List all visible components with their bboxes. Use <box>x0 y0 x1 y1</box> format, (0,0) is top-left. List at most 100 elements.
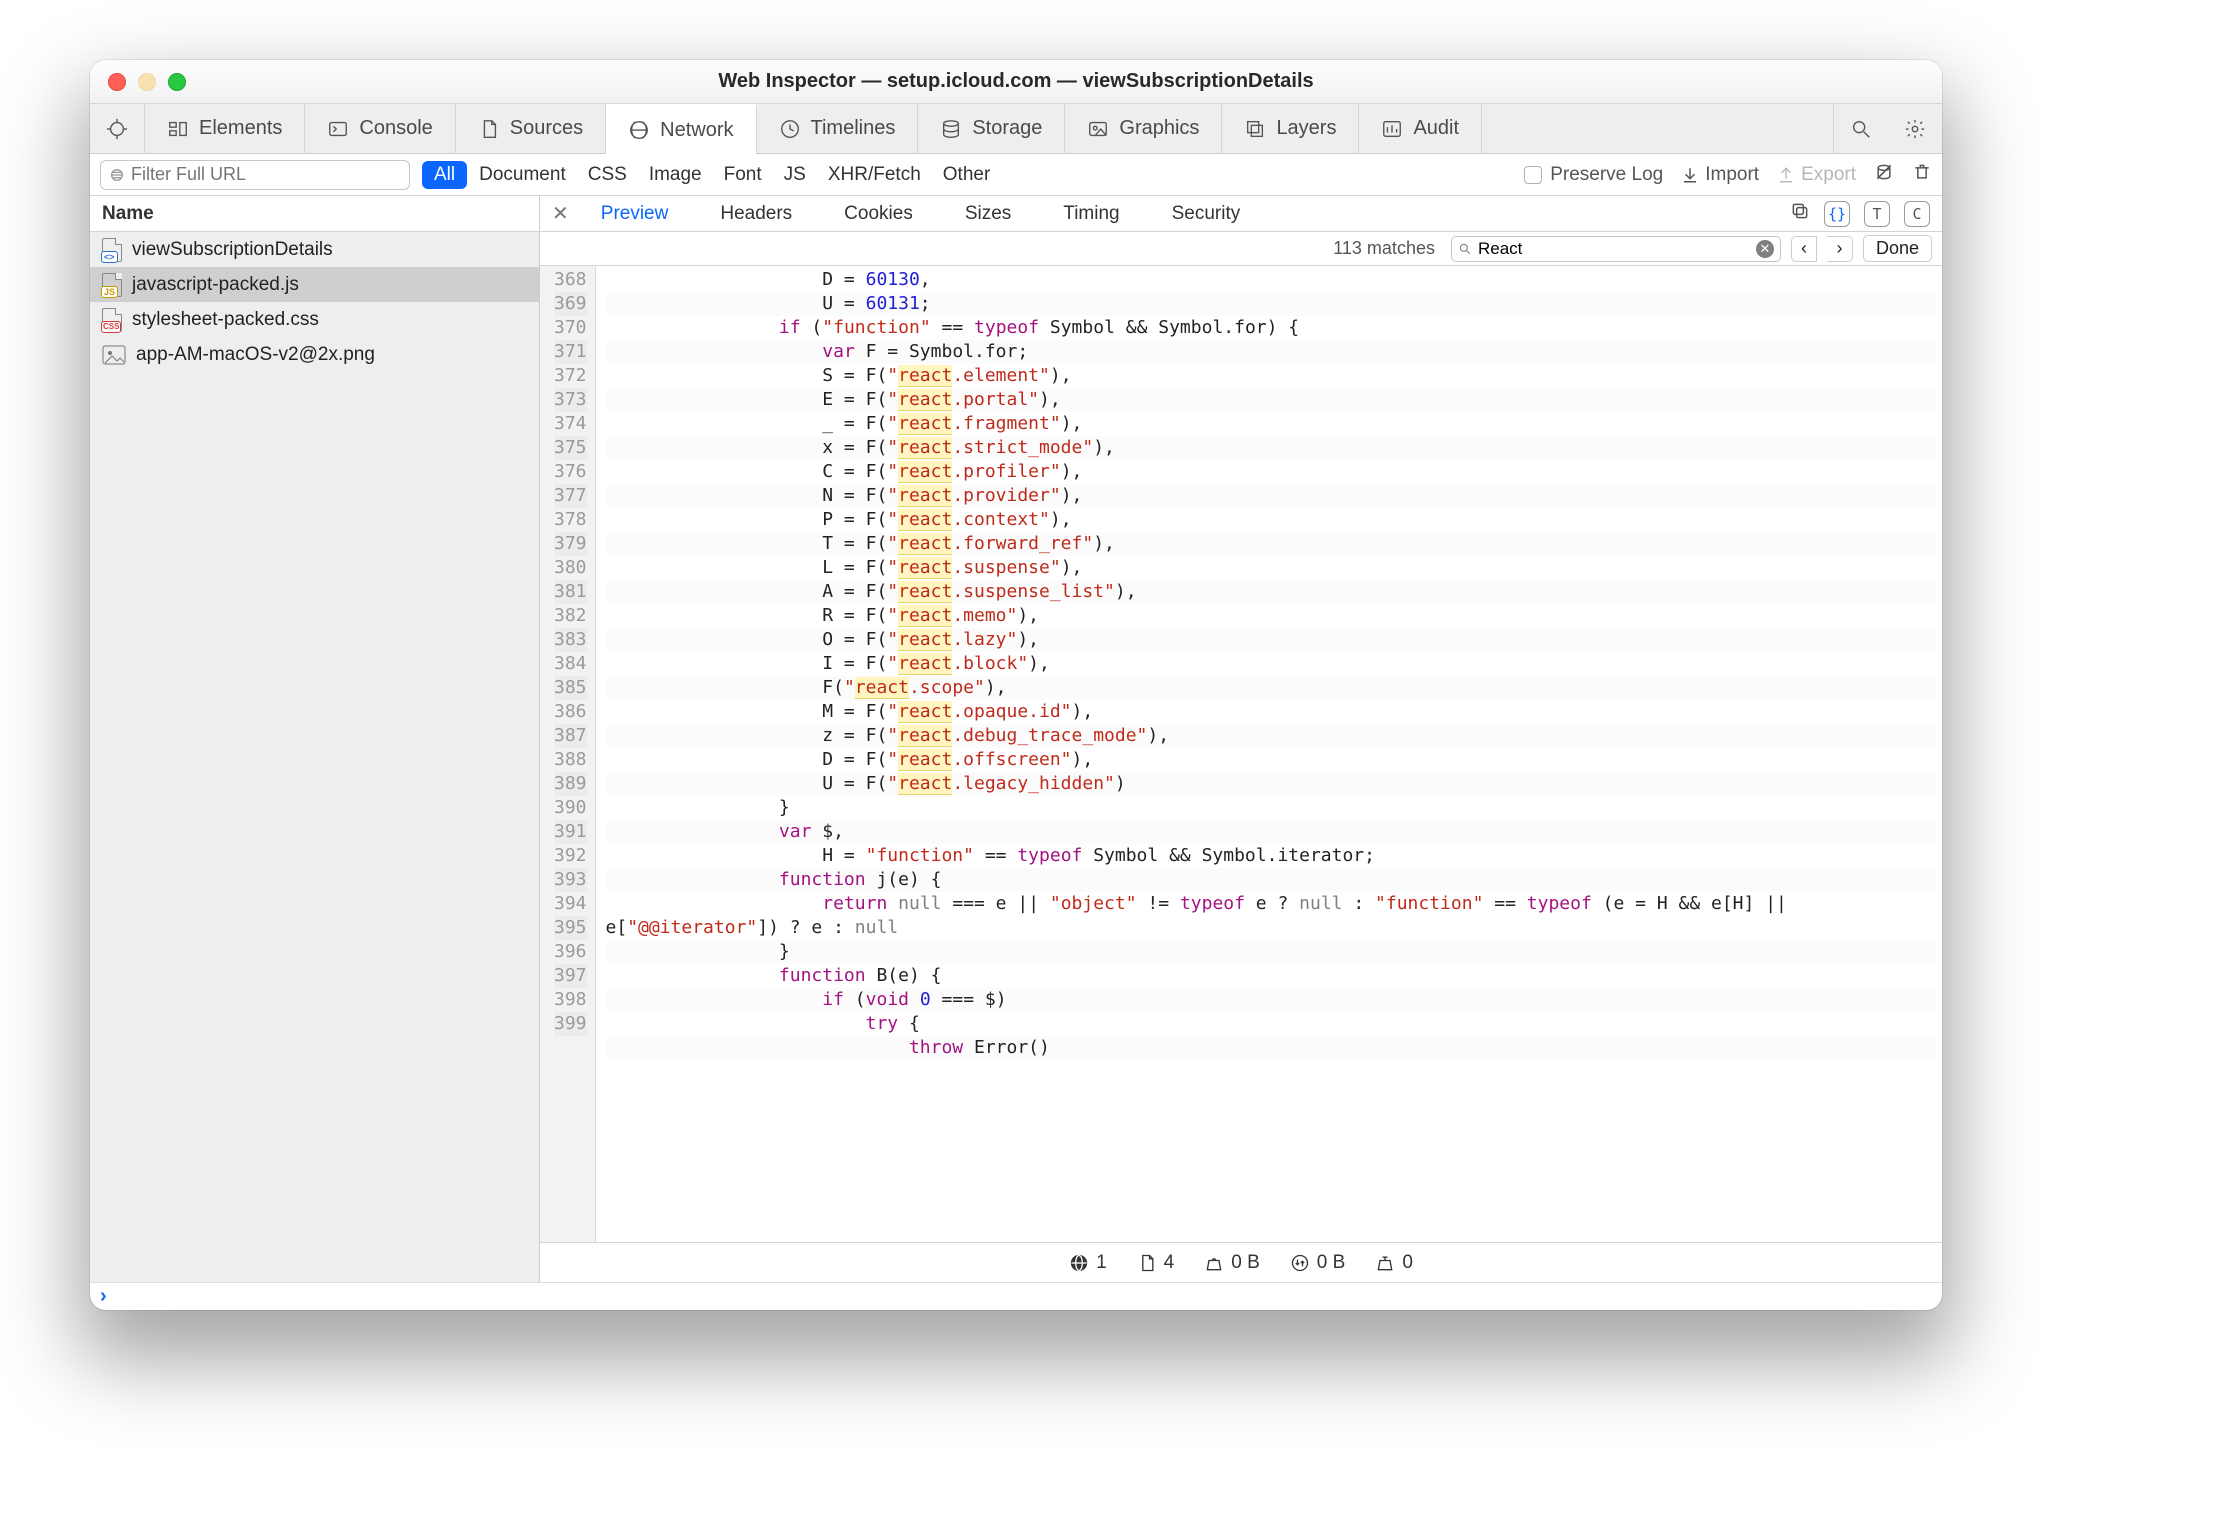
search-match-count: 113 matches <box>1333 238 1435 259</box>
response-tab-security[interactable]: Security <box>1172 203 1241 225</box>
tab-elements-label: Elements <box>199 117 282 140</box>
inspector-toolbar: Elements Console Sources Network Timelin… <box>90 104 1942 154</box>
tab-sources-label: Sources <box>510 117 583 140</box>
export-button[interactable]: Export <box>1777 164 1856 186</box>
audit-icon <box>1381 118 1403 140</box>
window-title: Web Inspector — setup.icloud.com — viewS… <box>90 70 1942 93</box>
search-done-button[interactable]: Done <box>1863 235 1932 262</box>
timelines-icon <box>779 118 801 140</box>
request-name: viewSubscriptionDetails <box>132 239 333 261</box>
summary-transferred: 0 B <box>1204 1252 1260 1274</box>
no-cache-button[interactable] <box>1874 162 1894 188</box>
import-label: Import <box>1705 164 1759 186</box>
request-row[interactable]: JS javascript-packed.js <box>90 267 539 302</box>
tab-console-label: Console <box>359 117 432 140</box>
response-panel: ✕ Preview Headers Cookies Sizes Timing Securi… <box>540 196 1942 1282</box>
settings-button[interactable] <box>1888 104 1942 153</box>
filter-url-field[interactable] <box>131 164 401 185</box>
globe-icon <box>1069 1253 1089 1273</box>
summary-resources: 4 <box>1137 1252 1175 1274</box>
copy-button[interactable] <box>1790 201 1810 227</box>
close-panel-button[interactable]: ✕ <box>552 201 569 226</box>
request-row[interactable]: app-AM-macOS-v2@2x.png <box>90 337 539 372</box>
response-tab-sizes[interactable]: Sizes <box>965 203 1011 225</box>
filter-type-other[interactable]: Other <box>943 164 991 186</box>
export-label: Export <box>1801 164 1856 186</box>
sidebar-header[interactable]: Name <box>90 196 539 232</box>
download-icon <box>1681 166 1699 184</box>
code-content[interactable]: D = 60130, U = 60131; if ("function" == … <box>596 266 1942 1242</box>
response-tab-cookies[interactable]: Cookies <box>844 203 913 225</box>
search-next-button[interactable]: › <box>1827 236 1853 262</box>
filter-url-input[interactable] <box>100 160 410 190</box>
search-input[interactable]: ✕ <box>1451 236 1781 262</box>
search-button[interactable] <box>1834 104 1888 153</box>
filter-type-document[interactable]: Document <box>479 164 566 186</box>
css-file-icon: CSS <box>102 308 122 332</box>
filter-type-image[interactable]: Image <box>649 164 702 186</box>
js-file-icon: JS <box>102 273 122 297</box>
tab-audit[interactable]: Audit <box>1359 104 1482 153</box>
filter-bar: All Document CSS Image Font JS XHR/Fetch Other… <box>90 154 1942 196</box>
tab-storage-label: Storage <box>972 117 1042 140</box>
search-field[interactable] <box>1478 239 1750 259</box>
line-gutter: 3683693703713723733743753763773783793803… <box>540 266 596 1242</box>
console-prompt[interactable]: › <box>90 1282 1942 1310</box>
titlebar: Web Inspector — setup.icloud.com — viewS… <box>90 60 1942 104</box>
filter-type-js[interactable]: JS <box>784 164 806 186</box>
crosshair-icon <box>106 118 128 140</box>
network-icon <box>628 119 650 141</box>
tab-sources[interactable]: Sources <box>456 104 606 153</box>
html-file-icon: <> <box>102 238 122 262</box>
response-tab-headers[interactable]: Headers <box>720 203 792 225</box>
filter-all-pill[interactable]: All <box>422 161 467 189</box>
tab-storage[interactable]: Storage <box>918 104 1065 153</box>
tab-audit-label: Audit <box>1413 117 1459 140</box>
response-tab-timing[interactable]: Timing <box>1063 203 1119 225</box>
tab-graphics[interactable]: Graphics <box>1065 104 1222 153</box>
tab-elements[interactable]: Elements <box>145 104 305 153</box>
layers-icon <box>1244 118 1266 140</box>
request-name: stylesheet-packed.css <box>132 309 319 331</box>
inspector-window: Web Inspector — setup.icloud.com — viewS… <box>90 60 1942 1310</box>
request-name: javascript-packed.js <box>132 274 299 296</box>
network-summary: 1 4 0 B 0 B 0 <box>540 1242 1942 1282</box>
request-name: app-AM-macOS-v2@2x.png <box>136 344 375 366</box>
request-row[interactable]: <> viewSubscriptionDetails <box>90 232 539 267</box>
tab-timelines[interactable]: Timelines <box>757 104 919 153</box>
filter-type-font[interactable]: Font <box>724 164 762 186</box>
upload-icon <box>1777 166 1795 184</box>
code-view[interactable]: 3683693703713723733743753763773783793803… <box>540 266 1942 1242</box>
search-icon <box>1458 242 1472 256</box>
coverage-button[interactable]: C <box>1904 201 1930 227</box>
response-tab-preview[interactable]: Preview <box>601 203 669 225</box>
filter-type-xhrfetch[interactable]: XHR/Fetch <box>828 164 921 186</box>
tab-console[interactable]: Console <box>305 104 455 153</box>
type-profile-button[interactable]: T <box>1864 201 1890 227</box>
clear-search-button[interactable]: ✕ <box>1756 240 1774 258</box>
sources-icon <box>478 118 500 140</box>
clear-button[interactable] <box>1912 162 1932 188</box>
search-icon <box>1850 118 1872 140</box>
request-row[interactable]: CSS stylesheet-packed.css <box>90 302 539 337</box>
transfer-icon <box>1290 1253 1310 1273</box>
console-icon <box>327 118 349 140</box>
filter-type-links: Document CSS Image Font JS XHR/Fetch Other <box>479 164 990 186</box>
preserve-log-label: Preserve Log <box>1550 164 1663 186</box>
summary-size: 0 B <box>1290 1252 1346 1274</box>
search-prev-button[interactable]: ‹ <box>1791 236 1817 262</box>
inspect-element-button[interactable] <box>90 104 145 153</box>
tab-layers[interactable]: Layers <box>1222 104 1359 153</box>
preserve-log-toggle[interactable]: Preserve Log <box>1524 164 1663 186</box>
copy-icon <box>1790 201 1810 221</box>
trash-icon <box>1912 162 1932 182</box>
storage-icon <box>940 118 962 140</box>
gear-icon <box>1904 118 1926 140</box>
tab-network[interactable]: Network <box>606 104 756 153</box>
pretty-print-button[interactable]: {} <box>1824 201 1850 227</box>
filter-type-css[interactable]: CSS <box>588 164 627 186</box>
import-button[interactable]: Import <box>1681 164 1759 186</box>
filter-icon <box>109 167 125 183</box>
summary-domains: 1 <box>1069 1252 1107 1274</box>
tab-network-label: Network <box>660 119 733 142</box>
